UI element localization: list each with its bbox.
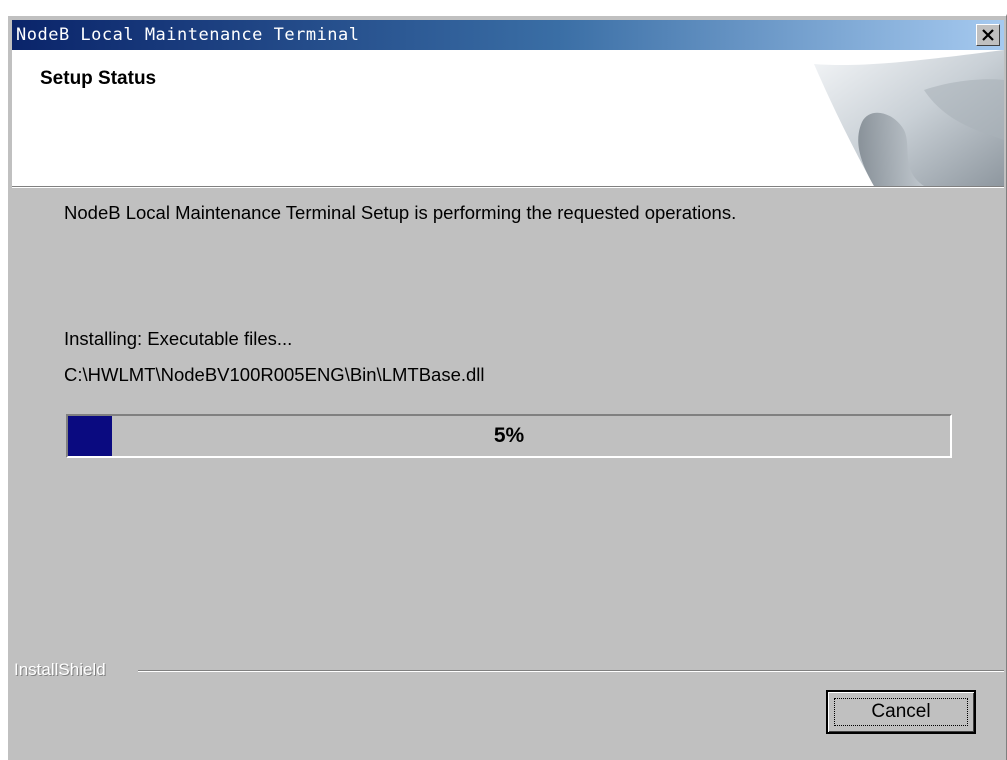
page-curl-art <box>814 50 1004 186</box>
status-text: Installing: Executable files... <box>64 328 293 349</box>
close-button[interactable] <box>976 24 1000 46</box>
installshield-brand: InstallShield <box>14 660 106 679</box>
progress-label: 5% <box>493 424 525 447</box>
page-title: Setup Status <box>40 68 157 89</box>
close-icon <box>982 29 994 41</box>
setup-dialog: NodeB Local Maintenance Terminal Setup S… <box>6 14 1007 760</box>
title-bar[interactable]: NodeB Local Maintenance Terminal <box>12 20 1004 50</box>
cancel-button[interactable]: Cancel <box>826 690 976 734</box>
cancel-label: Cancel <box>871 701 931 722</box>
progress-bar: 5% <box>66 414 952 458</box>
header-divider <box>12 187 1004 188</box>
footer-divider <box>138 670 1004 672</box>
description-text: NodeB Local Maintenance Terminal Setup i… <box>64 202 737 223</box>
header-panel: Setup Status <box>12 50 1004 187</box>
file-path-text: C:\HWLMT\NodeBV100R005ENG\Bin\LMTBase.dl… <box>64 364 485 385</box>
window-title: NodeB Local Maintenance Terminal <box>16 25 360 45</box>
